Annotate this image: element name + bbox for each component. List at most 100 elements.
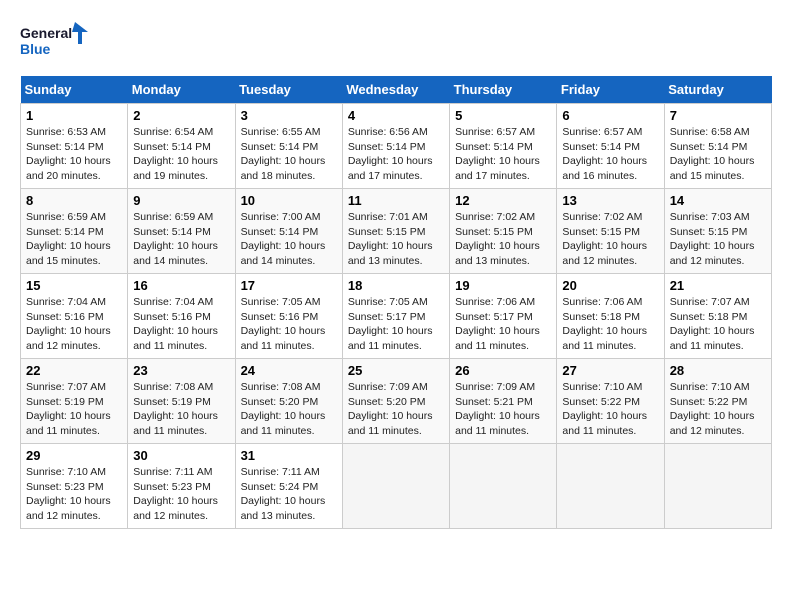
day-number: 9 [133,193,229,208]
empty-cell [557,444,664,529]
weekday-header-monday: Monday [128,76,235,104]
day-number: 2 [133,108,229,123]
day-info: Sunrise: 7:08 AMSunset: 5:20 PMDaylight:… [241,381,326,437]
day-cell-19: 19 Sunrise: 7:06 AMSunset: 5:17 PMDaylig… [450,274,557,359]
day-number: 29 [26,448,122,463]
day-info: Sunrise: 7:11 AMSunset: 5:24 PMDaylight:… [241,466,326,522]
day-info: Sunrise: 6:54 AMSunset: 5:14 PMDaylight:… [133,126,218,182]
day-number: 20 [562,278,658,293]
day-cell-30: 30 Sunrise: 7:11 AMSunset: 5:23 PMDaylig… [128,444,235,529]
day-cell-5: 5 Sunrise: 6:57 AMSunset: 5:14 PMDayligh… [450,104,557,189]
day-number: 16 [133,278,229,293]
logo: General Blue [20,20,90,60]
day-cell-23: 23 Sunrise: 7:08 AMSunset: 5:19 PMDaylig… [128,359,235,444]
day-number: 28 [670,363,766,378]
day-info: Sunrise: 7:01 AMSunset: 5:15 PMDaylight:… [348,211,433,267]
day-cell-26: 26 Sunrise: 7:09 AMSunset: 5:21 PMDaylig… [450,359,557,444]
day-cell-7: 7 Sunrise: 6:58 AMSunset: 5:14 PMDayligh… [664,104,771,189]
day-cell-13: 13 Sunrise: 7:02 AMSunset: 5:15 PMDaylig… [557,189,664,274]
svg-text:General: General [20,25,72,41]
day-info: Sunrise: 7:02 AMSunset: 5:15 PMDaylight:… [562,211,647,267]
day-number: 8 [26,193,122,208]
day-cell-8: 8 Sunrise: 6:59 AMSunset: 5:14 PMDayligh… [21,189,128,274]
day-info: Sunrise: 7:00 AMSunset: 5:14 PMDaylight:… [241,211,326,267]
weekday-header-saturday: Saturday [664,76,771,104]
day-number: 26 [455,363,551,378]
day-cell-15: 15 Sunrise: 7:04 AMSunset: 5:16 PMDaylig… [21,274,128,359]
day-info: Sunrise: 7:10 AMSunset: 5:22 PMDaylight:… [562,381,647,437]
day-info: Sunrise: 7:07 AMSunset: 5:18 PMDaylight:… [670,296,755,352]
week-row-4: 22 Sunrise: 7:07 AMSunset: 5:19 PMDaylig… [21,359,772,444]
day-info: Sunrise: 6:59 AMSunset: 5:14 PMDaylight:… [26,211,111,267]
day-info: Sunrise: 6:59 AMSunset: 5:14 PMDaylight:… [133,211,218,267]
week-row-2: 8 Sunrise: 6:59 AMSunset: 5:14 PMDayligh… [21,189,772,274]
day-info: Sunrise: 7:04 AMSunset: 5:16 PMDaylight:… [133,296,218,352]
day-info: Sunrise: 6:55 AMSunset: 5:14 PMDaylight:… [241,126,326,182]
weekday-header-row: SundayMondayTuesdayWednesdayThursdayFrid… [21,76,772,104]
svg-text:Blue: Blue [20,41,51,57]
weekday-header-wednesday: Wednesday [342,76,449,104]
day-info: Sunrise: 6:58 AMSunset: 5:14 PMDaylight:… [670,126,755,182]
weekday-header-thursday: Thursday [450,76,557,104]
week-row-5: 29 Sunrise: 7:10 AMSunset: 5:23 PMDaylig… [21,444,772,529]
day-number: 25 [348,363,444,378]
header: General Blue [20,20,772,60]
day-info: Sunrise: 6:56 AMSunset: 5:14 PMDaylight:… [348,126,433,182]
day-number: 23 [133,363,229,378]
day-cell-24: 24 Sunrise: 7:08 AMSunset: 5:20 PMDaylig… [235,359,342,444]
day-info: Sunrise: 7:03 AMSunset: 5:15 PMDaylight:… [670,211,755,267]
day-info: Sunrise: 7:04 AMSunset: 5:16 PMDaylight:… [26,296,111,352]
day-number: 17 [241,278,337,293]
day-cell-14: 14 Sunrise: 7:03 AMSunset: 5:15 PMDaylig… [664,189,771,274]
day-cell-4: 4 Sunrise: 6:56 AMSunset: 5:14 PMDayligh… [342,104,449,189]
day-cell-29: 29 Sunrise: 7:10 AMSunset: 5:23 PMDaylig… [21,444,128,529]
day-cell-16: 16 Sunrise: 7:04 AMSunset: 5:16 PMDaylig… [128,274,235,359]
empty-cell [342,444,449,529]
day-number: 11 [348,193,444,208]
day-number: 18 [348,278,444,293]
day-cell-12: 12 Sunrise: 7:02 AMSunset: 5:15 PMDaylig… [450,189,557,274]
day-info: Sunrise: 6:57 AMSunset: 5:14 PMDaylight:… [455,126,540,182]
day-number: 7 [670,108,766,123]
day-number: 30 [133,448,229,463]
empty-cell [450,444,557,529]
day-info: Sunrise: 7:07 AMSunset: 5:19 PMDaylight:… [26,381,111,437]
weekday-header-tuesday: Tuesday [235,76,342,104]
empty-cell [664,444,771,529]
day-number: 31 [241,448,337,463]
day-cell-31: 31 Sunrise: 7:11 AMSunset: 5:24 PMDaylig… [235,444,342,529]
day-cell-10: 10 Sunrise: 7:00 AMSunset: 5:14 PMDaylig… [235,189,342,274]
week-row-3: 15 Sunrise: 7:04 AMSunset: 5:16 PMDaylig… [21,274,772,359]
day-cell-3: 3 Sunrise: 6:55 AMSunset: 5:14 PMDayligh… [235,104,342,189]
day-number: 12 [455,193,551,208]
weekday-header-friday: Friday [557,76,664,104]
week-row-1: 1 Sunrise: 6:53 AMSunset: 5:14 PMDayligh… [21,104,772,189]
day-info: Sunrise: 7:05 AMSunset: 5:16 PMDaylight:… [241,296,326,352]
day-number: 1 [26,108,122,123]
day-info: Sunrise: 7:05 AMSunset: 5:17 PMDaylight:… [348,296,433,352]
day-cell-28: 28 Sunrise: 7:10 AMSunset: 5:22 PMDaylig… [664,359,771,444]
day-cell-6: 6 Sunrise: 6:57 AMSunset: 5:14 PMDayligh… [557,104,664,189]
day-number: 27 [562,363,658,378]
day-info: Sunrise: 7:11 AMSunset: 5:23 PMDaylight:… [133,466,218,522]
day-number: 19 [455,278,551,293]
day-cell-25: 25 Sunrise: 7:09 AMSunset: 5:20 PMDaylig… [342,359,449,444]
day-number: 6 [562,108,658,123]
day-cell-17: 17 Sunrise: 7:05 AMSunset: 5:16 PMDaylig… [235,274,342,359]
day-info: Sunrise: 7:10 AMSunset: 5:23 PMDaylight:… [26,466,111,522]
day-number: 14 [670,193,766,208]
day-cell-20: 20 Sunrise: 7:06 AMSunset: 5:18 PMDaylig… [557,274,664,359]
day-number: 15 [26,278,122,293]
day-info: Sunrise: 7:06 AMSunset: 5:17 PMDaylight:… [455,296,540,352]
day-cell-18: 18 Sunrise: 7:05 AMSunset: 5:17 PMDaylig… [342,274,449,359]
day-cell-27: 27 Sunrise: 7:10 AMSunset: 5:22 PMDaylig… [557,359,664,444]
weekday-header-sunday: Sunday [21,76,128,104]
day-number: 10 [241,193,337,208]
day-cell-9: 9 Sunrise: 6:59 AMSunset: 5:14 PMDayligh… [128,189,235,274]
day-number: 24 [241,363,337,378]
day-cell-22: 22 Sunrise: 7:07 AMSunset: 5:19 PMDaylig… [21,359,128,444]
day-number: 22 [26,363,122,378]
day-number: 21 [670,278,766,293]
day-info: Sunrise: 7:09 AMSunset: 5:20 PMDaylight:… [348,381,433,437]
logo-svg: General Blue [20,20,90,60]
